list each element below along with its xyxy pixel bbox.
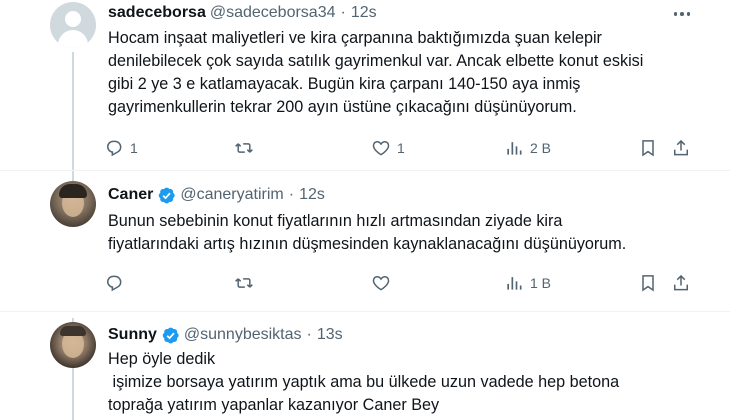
like-button[interactable] [371,271,397,295]
reply-icon [106,275,122,292]
share-icon [674,274,688,291]
tweet-text-line: fiyatlarındaki artış hızının düşmesinden… [108,235,627,253]
tweet-text-line: toprağa yatırım yapanlar kazanıyor Caner… [108,396,440,414]
tweet-text: Hep öyle dedik işimize borsaya yatırım y… [108,348,708,417]
tweet-text-line: gibi 2 ye 3 e katlamayacak. Bugün kira ç… [108,75,581,93]
reply-button[interactable]: 1 [104,136,138,160]
author-name[interactable]: sadeceborsa [108,4,206,22]
views-icon [507,142,522,155]
retweet-icon [235,143,253,153]
views-icon [507,277,522,290]
separator-dot: · [306,326,312,343]
reply-icon [106,140,122,157]
reply-button[interactable] [104,271,130,295]
author-name[interactable]: Caner [108,186,153,204]
tweet-text-line: işimize borsaya yatırım yaptık ama bu ül… [108,373,620,391]
bookmark-icon [642,140,654,157]
views-count: 2 B [530,140,552,156]
avatar[interactable] [50,2,96,48]
author-handle[interactable]: @caneryatirim [180,186,283,204]
tweet[interactable]: sadeceborsa @sadeceborsa34 · 12s Hocam i… [0,0,730,170]
author-handle[interactable]: @sunnybesiktas [184,326,302,344]
like-count: 1 [397,140,405,156]
tweet-actions: 1 B [104,271,704,295]
tweet-text: Bunun sebebinin konut fiyatlarının hızlı… [108,210,708,256]
more-icon[interactable] [673,5,690,23]
tweet-text-line: Bunun sebebinin konut fiyatlarının hızlı… [108,212,563,230]
tweet[interactable]: Caner @caneryatirim · 12s Bunun sebebini… [0,171,730,311]
retweet-button[interactable] [234,271,260,295]
like-button[interactable]: 1 [371,136,405,160]
avatar[interactable] [50,181,96,227]
share-button[interactable] [671,136,691,160]
like-icon [372,275,390,291]
tweet-text-line: gayrimenkullerin tekrar 200 ayın üstüne … [108,98,577,116]
author-handle[interactable]: @sadeceborsa34 [210,4,336,22]
bookmark-button[interactable] [638,271,658,295]
bookmark-icon [642,275,654,292]
reply-count: 1 [130,140,138,156]
tweet-text-line: denilebilecek çok sayıda satılık gayrime… [108,52,644,70]
timestamp[interactable]: 12s [299,186,325,204]
verified-icon [157,186,176,205]
tweet-text: Hocam inşaat maliyetleri ve kira çarpanı… [108,27,708,119]
tweet[interactable]: Sunny @sunnybesiktas · 13s Hep öyle dedi… [0,312,730,420]
tweet-text-line: Hocam inşaat maliyetleri ve kira çarpanı… [108,29,602,47]
timestamp[interactable]: 13s [317,326,343,344]
bookmark-button[interactable] [638,136,658,160]
retweet-button[interactable] [234,136,260,160]
share-icon [674,139,688,156]
like-icon [372,140,390,156]
share-button[interactable] [671,271,691,295]
tweet-actions: 1 1 2 B [104,136,704,160]
separator-dot: · [340,4,346,21]
author-name[interactable]: Sunny [108,326,157,344]
views-button[interactable]: 1 B [504,271,551,295]
views-button[interactable]: 2 B [504,136,551,160]
separator-dot: · [288,186,295,203]
views-count: 1 B [530,275,552,291]
retweet-icon [235,278,253,288]
avatar[interactable] [50,322,96,368]
tweet-text-line: Hep öyle dedik [108,350,216,368]
verified-icon [161,326,180,345]
timestamp[interactable]: 12s [351,4,377,22]
